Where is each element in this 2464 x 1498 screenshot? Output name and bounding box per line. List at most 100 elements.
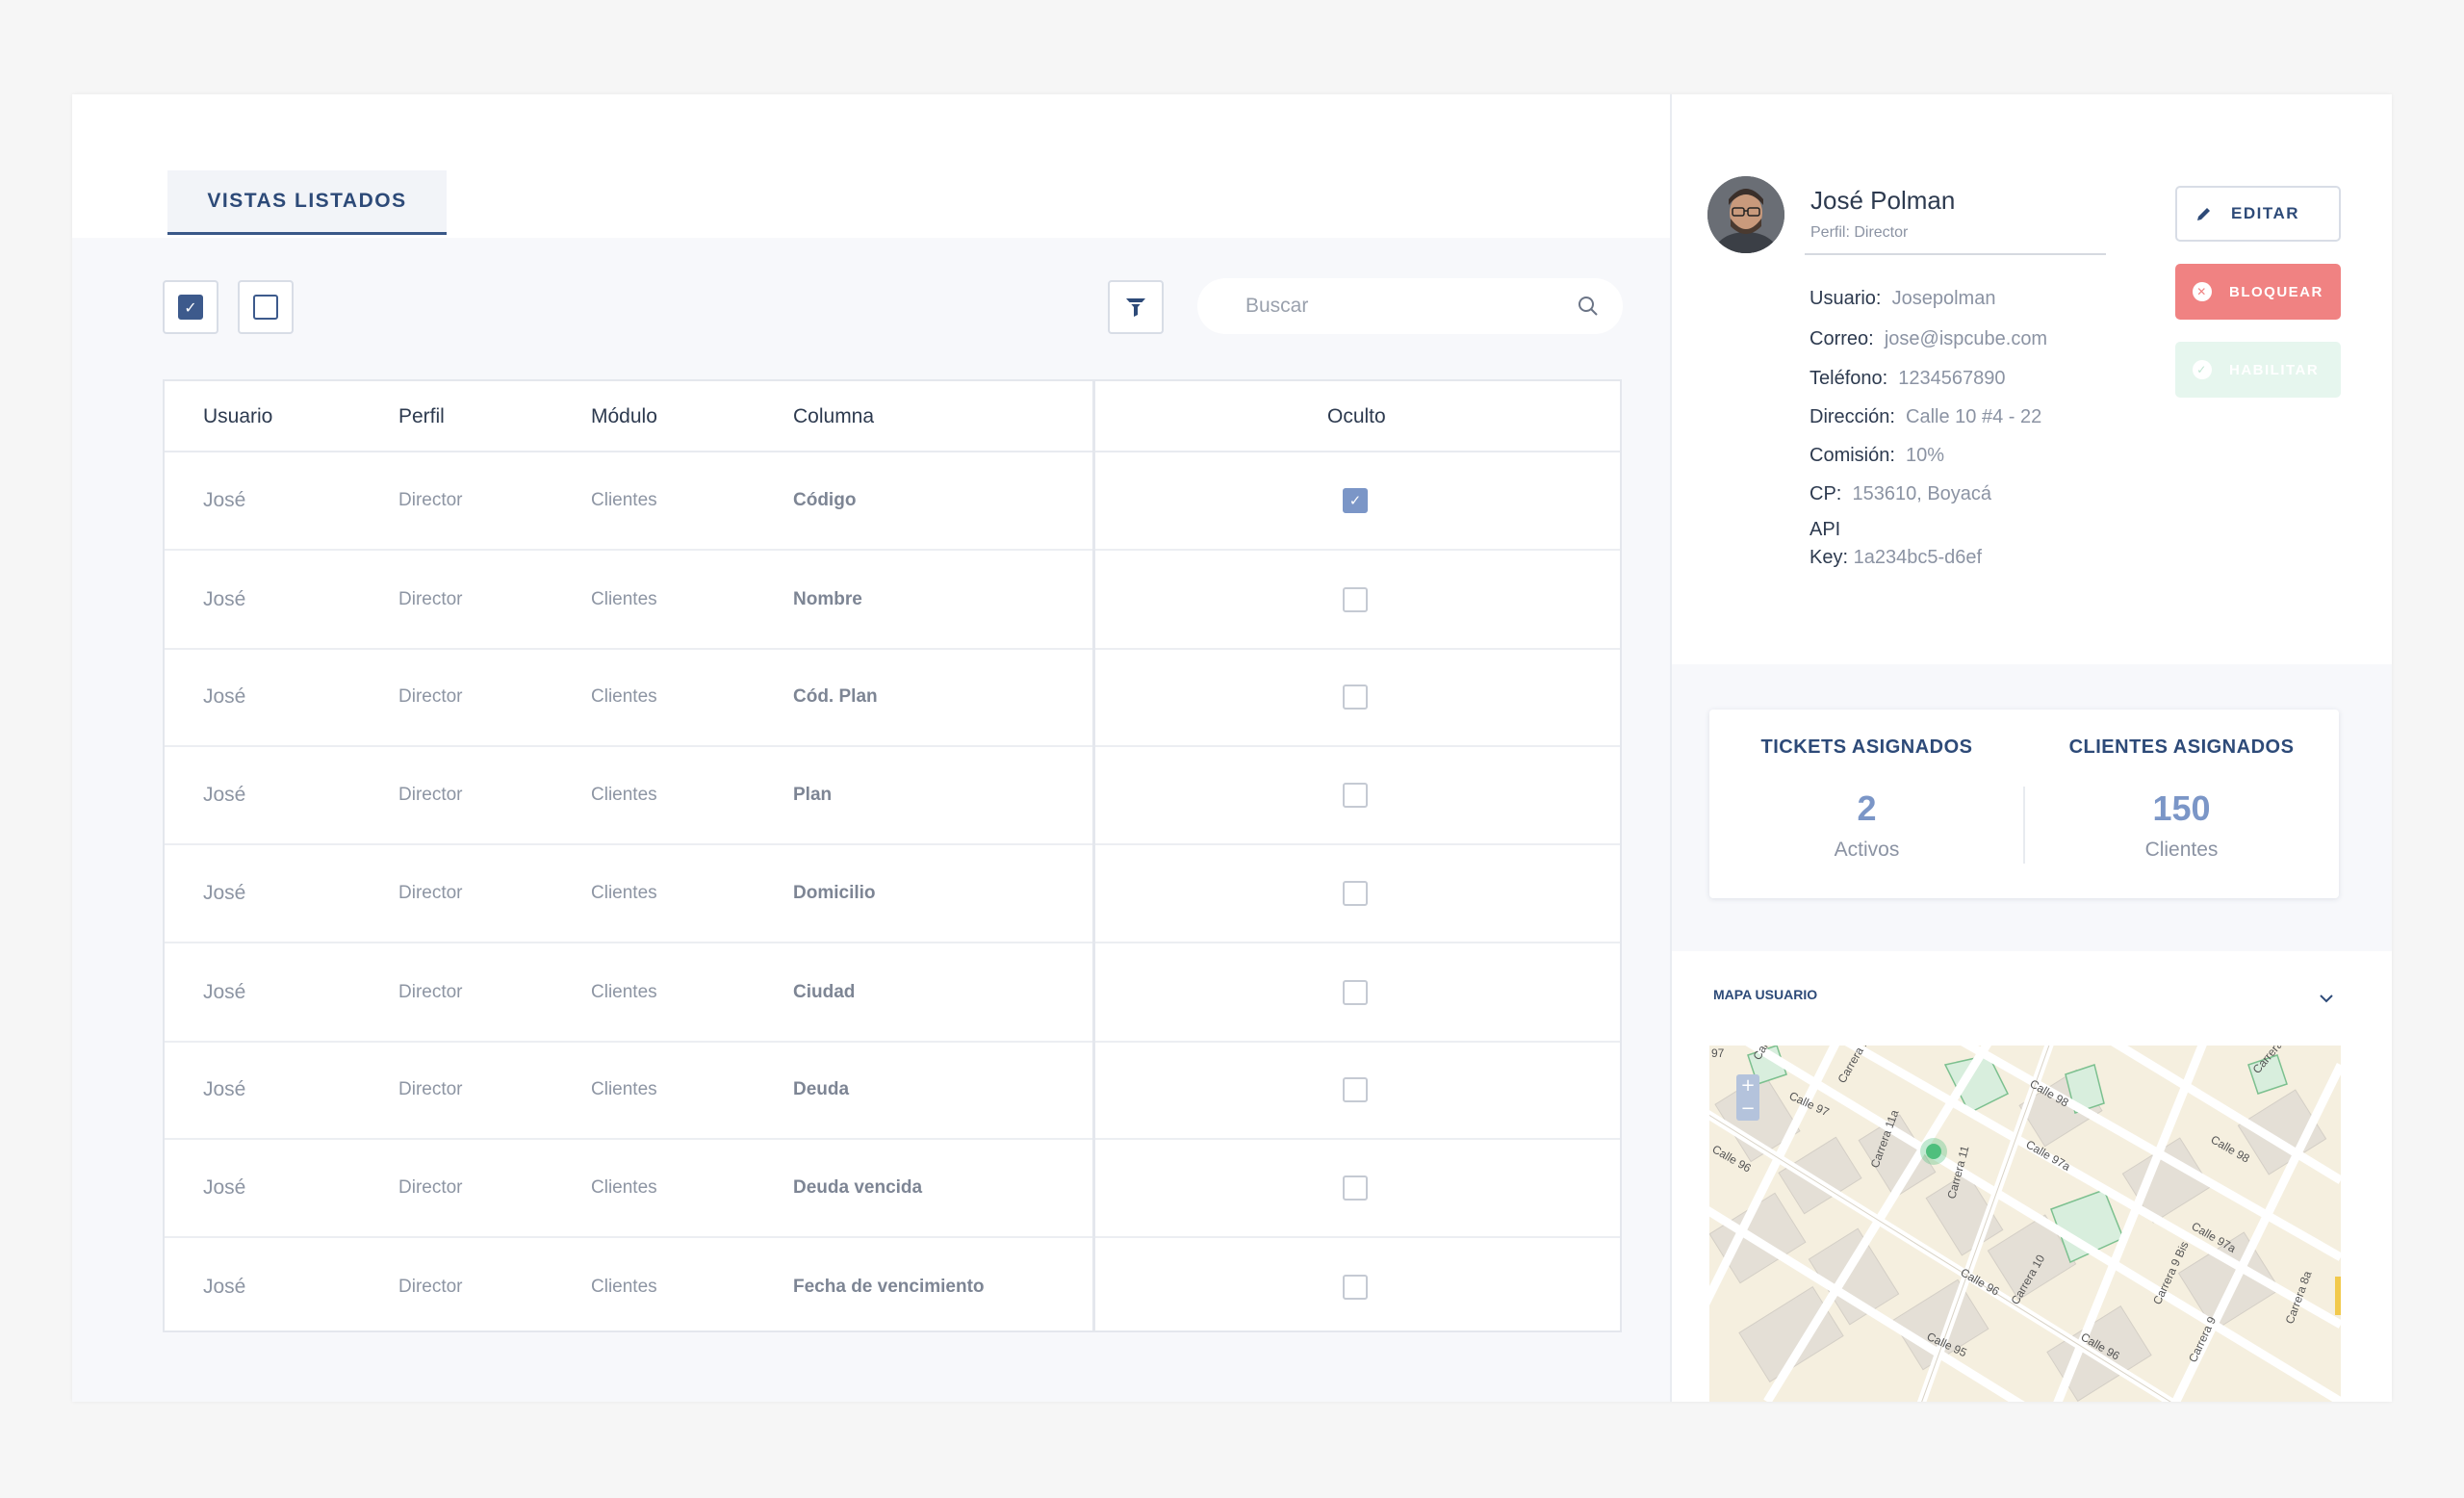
cell-columna: Ciudad xyxy=(793,982,856,1002)
table-row: José Director Clientes Deuda xyxy=(165,1042,1620,1140)
square-icon xyxy=(253,295,278,320)
cell-modulo: Clientes xyxy=(591,1277,657,1297)
header-oculto[interactable]: Oculto xyxy=(1327,381,1386,452)
close-circle-icon: ✕ xyxy=(2193,282,2212,301)
table-header: Usuario Perfil Módulo Columna Oculto xyxy=(165,381,1620,452)
table-row: José Director Clientes Domicilio xyxy=(165,845,1620,943)
cell-perfil: Director xyxy=(398,982,463,1002)
hidden-checkbox[interactable] xyxy=(1343,1077,1368,1102)
check-circle-icon: ✓ xyxy=(2193,360,2212,379)
hidden-checkbox[interactable] xyxy=(1343,980,1368,1005)
info-value: 1234567890 xyxy=(1898,368,2006,389)
info-label: Dirección: xyxy=(1810,406,1895,427)
hidden-checkbox[interactable] xyxy=(1343,783,1368,808)
user-map[interactable]: 97 Carre Carrera 11b Calle 97 Calle 98 Calle … xyxy=(1709,1046,2341,1402)
column-divider xyxy=(1092,381,1095,1330)
cell-modulo: Clientes xyxy=(591,1177,657,1198)
cell-modulo: Clientes xyxy=(591,1079,657,1099)
header-modulo[interactable]: Módulo xyxy=(591,381,657,452)
search-box[interactable] xyxy=(1197,278,1623,334)
info-usuario: Usuario: Josepolman xyxy=(1810,285,1995,313)
cell-perfil: Director xyxy=(398,490,463,510)
info-label: Comisión: xyxy=(1810,445,1895,466)
cell-usuario: José xyxy=(203,489,246,511)
edit-button-label: EDITAR xyxy=(2231,204,2300,222)
edit-button[interactable]: EDITAR xyxy=(2175,186,2341,242)
cell-perfil: Director xyxy=(398,785,463,805)
map-zoom-control[interactable]: + − xyxy=(1736,1074,1759,1121)
table-row: José Director Clientes Deuda vencida xyxy=(165,1140,1620,1238)
stat-clientes: CLIENTES ASIGNADOS 150 Clientes xyxy=(2024,710,2339,898)
cell-columna: Deuda vencida xyxy=(793,1177,923,1198)
hidden-checkbox[interactable]: ✓ xyxy=(1343,488,1368,513)
cell-modulo: Clientes xyxy=(591,785,657,805)
stat-title: CLIENTES ASIGNADOS xyxy=(2068,736,2295,758)
cell-columna: Cód. Plan xyxy=(793,686,878,707)
info-label: Correo: xyxy=(1810,328,1874,349)
cell-columna: Fecha de vencimiento xyxy=(793,1277,985,1297)
cell-perfil: Director xyxy=(398,589,463,609)
user-role: Perfil: Director xyxy=(1810,224,1909,241)
user-name: José Polman xyxy=(1810,186,1956,215)
cell-perfil: Director xyxy=(398,686,463,707)
hidden-checkbox[interactable] xyxy=(1343,1175,1368,1201)
search-icon[interactable] xyxy=(1577,295,1600,318)
header-perfil[interactable]: Perfil xyxy=(398,381,445,452)
info-label: CP: xyxy=(1810,483,1842,504)
cell-modulo: Clientes xyxy=(591,589,657,609)
cell-modulo: Clientes xyxy=(591,490,657,510)
filter-button[interactable] xyxy=(1108,280,1164,334)
block-button-label: BLOQUEAR xyxy=(2229,283,2323,300)
hidden-checkbox[interactable] xyxy=(1343,587,1368,612)
hidden-checkbox[interactable] xyxy=(1343,1275,1368,1300)
stat-value: 150 xyxy=(2152,788,2211,828)
chevron-down-icon[interactable] xyxy=(2316,988,2337,1009)
cell-columna: Deuda xyxy=(793,1079,850,1099)
street-label: 97 xyxy=(1711,1046,1725,1060)
pencil-icon xyxy=(2194,204,2214,223)
hidden-checkbox[interactable] xyxy=(1343,684,1368,710)
avatar xyxy=(1707,176,1784,253)
info-api-key: API Key: 1a234bc5-d6ef xyxy=(1810,516,1982,572)
info-value: 10% xyxy=(1906,445,1945,466)
info-label: Teléfono: xyxy=(1810,368,1888,389)
cell-usuario: José xyxy=(203,981,246,1003)
deselect-all-button[interactable] xyxy=(238,280,294,334)
stat-subtitle: Activos xyxy=(1834,839,1900,861)
filter-icon xyxy=(1126,298,1145,317)
zoom-out-button[interactable]: − xyxy=(1736,1098,1759,1121)
map-title: MAPA USUARIO xyxy=(1713,987,1818,1002)
enable-button-label: HABILITAR xyxy=(2229,361,2320,378)
enable-button[interactable]: ✓ HABILITAR xyxy=(2175,342,2341,398)
stat-tickets: TICKETS ASIGNADOS 2 Activos xyxy=(1709,710,2024,898)
header-usuario[interactable]: Usuario xyxy=(203,381,272,452)
cell-modulo: Clientes xyxy=(591,982,657,1002)
cell-usuario: José xyxy=(203,685,246,708)
table-row: José Director Clientes Cód. Plan xyxy=(165,649,1620,747)
block-button[interactable]: ✕ BLOQUEAR xyxy=(2175,264,2341,320)
cell-perfil: Director xyxy=(398,883,463,903)
cell-usuario: José xyxy=(203,1176,246,1199)
select-all-button[interactable]: ✓ xyxy=(163,280,218,334)
table-row: José Director Clientes Fecha de vencimiento xyxy=(165,1238,1620,1336)
table-row: José Director Clientes Código ✓ xyxy=(165,452,1620,551)
info-label: API xyxy=(1810,519,1841,540)
tab-vistas-listados[interactable]: VISTAS LISTADOS xyxy=(167,170,447,235)
hidden-checkbox[interactable] xyxy=(1343,881,1368,906)
info-cp: CP: 153610, Boyacá xyxy=(1810,480,1991,508)
table-row: José Director Clientes Plan xyxy=(165,747,1620,845)
table-row: José Director Clientes Ciudad xyxy=(165,944,1620,1043)
stat-subtitle: Clientes xyxy=(2144,839,2219,861)
cell-modulo: Clientes xyxy=(591,883,657,903)
info-value: 153610, Boyacá xyxy=(1852,483,1992,504)
cell-usuario: José xyxy=(203,1078,246,1100)
search-input[interactable] xyxy=(1245,295,1577,318)
name-underline xyxy=(1805,253,2106,255)
info-correo: Correo: jose@ispcube.com xyxy=(1810,325,2047,353)
info-comision: Comisión: 10% xyxy=(1810,442,1944,470)
header-columna[interactable]: Columna xyxy=(793,381,874,452)
check-icon: ✓ xyxy=(178,295,203,320)
stat-value: 2 xyxy=(1857,788,1877,828)
info-value: Calle 10 #4 - 22 xyxy=(1906,406,2042,427)
zoom-in-button[interactable]: + xyxy=(1736,1074,1759,1098)
